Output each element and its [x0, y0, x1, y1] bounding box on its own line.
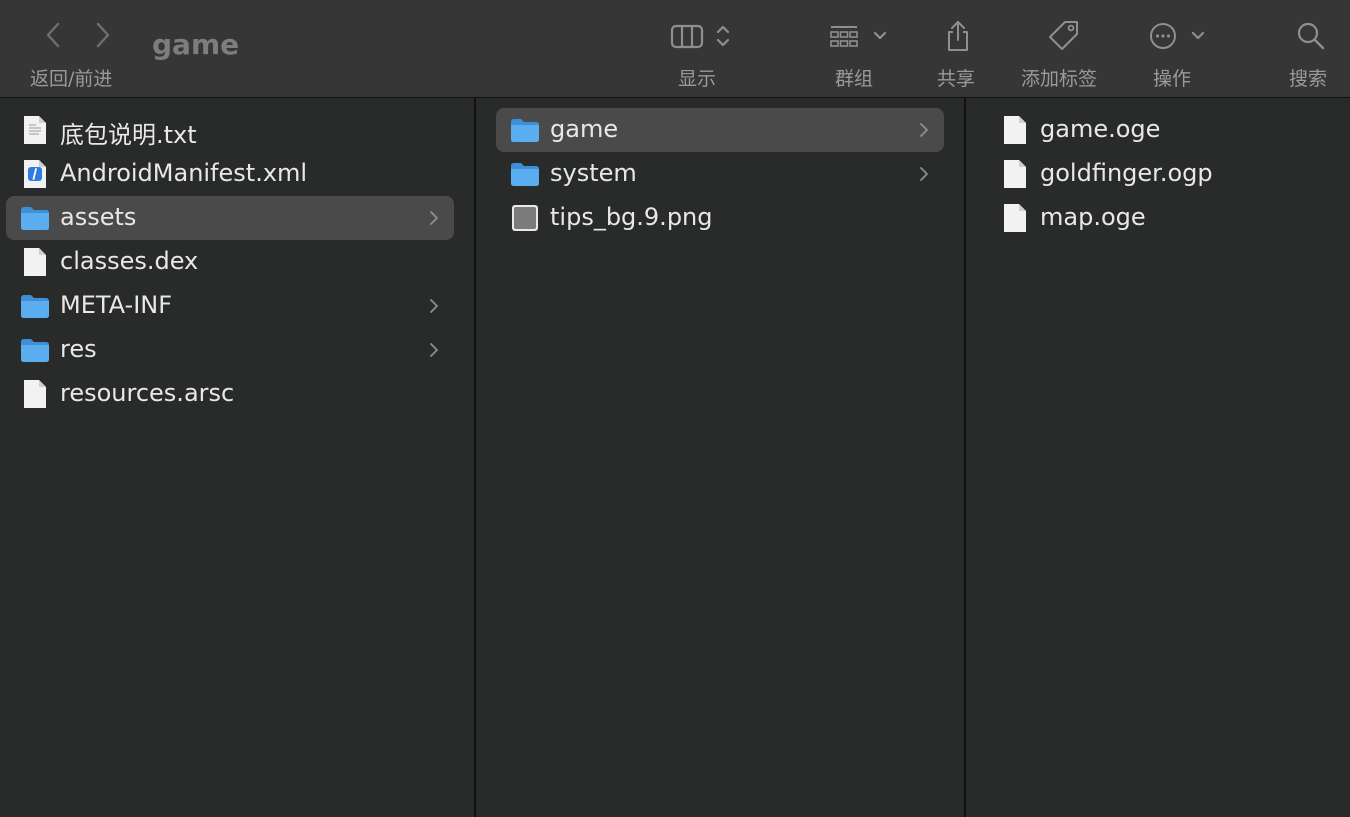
back-forward-label: 返回/前进: [30, 68, 113, 90]
file-name: map.oge: [1040, 203, 1146, 231]
folder-icon: [510, 115, 540, 145]
file-name: system: [550, 159, 637, 187]
file-row[interactable]: system: [496, 152, 944, 196]
back-button[interactable]: [38, 18, 68, 52]
chevron-left-icon: [46, 22, 60, 48]
more-options-icon: [1150, 23, 1176, 49]
column-3[interactable]: game.oge goldfinger.ogp map.oge: [966, 98, 1350, 817]
view-button[interactable]: 显示: [668, 14, 748, 94]
file-row[interactable]: assets: [6, 196, 454, 240]
tag-icon: [1049, 21, 1078, 50]
folder-icon: [510, 159, 540, 189]
file-row[interactable]: goldfinger.ogp: [986, 152, 1334, 196]
chevron-right-icon: [914, 164, 934, 184]
file-name: classes.dex: [60, 247, 199, 275]
column-1[interactable]: 底包说明.txt AndroidManifest.xml assets classes…: [0, 98, 476, 817]
file-name: game.oge: [1040, 115, 1161, 143]
action-label: 操作: [1153, 68, 1192, 90]
file-name: tips_bg.9.png: [550, 203, 713, 231]
file-row[interactable]: resources.arsc: [6, 372, 454, 416]
window-title: game: [152, 28, 240, 61]
search-button[interactable]: 搜索: [1288, 14, 1338, 94]
file-name: game: [550, 115, 619, 143]
document-icon: [20, 247, 50, 277]
forward-button[interactable]: [88, 18, 118, 52]
chevron-right-icon: [424, 208, 444, 228]
add-tag-button[interactable]: 添加标签: [1020, 14, 1110, 94]
folder-icon: [20, 291, 50, 321]
file-name: AndroidManifest.xml: [60, 159, 308, 187]
chevron-up-down-icon: [716, 25, 730, 47]
chevron-right-icon: [914, 120, 934, 140]
chevron-right-icon: [424, 296, 444, 316]
text-file-icon: [20, 115, 50, 145]
file-row[interactable]: game: [496, 108, 944, 152]
column-2[interactable]: game system tips_bg.9.png: [476, 98, 966, 817]
file-row[interactable]: classes.dex: [6, 240, 454, 284]
file-row[interactable]: AndroidManifest.xml: [6, 152, 454, 196]
search-label: 搜索: [1289, 68, 1328, 90]
toolbar: 返回/前进 game 显示 群组 共享 添加标签 操作 搜索: [0, 0, 1350, 98]
document-icon: [1000, 159, 1030, 189]
file-row[interactable]: 底包说明.txt: [6, 108, 454, 152]
file-name: 底包说明.txt: [60, 121, 197, 149]
view-label: 显示: [678, 68, 717, 90]
folder-icon: [20, 335, 50, 365]
share-icon: [948, 21, 968, 51]
columns-view-icon: [670, 24, 704, 49]
file-name: META-INF: [60, 291, 173, 319]
image-file-icon: [510, 203, 540, 233]
file-row[interactable]: res: [6, 328, 454, 372]
chevron-down-icon: [1191, 31, 1205, 40]
file-row[interactable]: META-INF: [6, 284, 454, 328]
document-icon: [20, 379, 50, 409]
file-name: res: [60, 335, 97, 363]
chevron-right-icon: [424, 340, 444, 360]
add-tag-label: 添加标签: [1021, 68, 1098, 90]
file-row[interactable]: tips_bg.9.png: [496, 196, 944, 240]
document-icon: [1000, 115, 1030, 145]
file-name: resources.arsc: [60, 379, 235, 407]
share-label: 共享: [937, 68, 976, 90]
share-button[interactable]: 共享: [935, 14, 985, 94]
file-name: goldfinger.ogp: [1040, 159, 1213, 187]
xml-file-icon: [20, 159, 50, 189]
chevron-down-icon: [873, 31, 887, 40]
folder-icon: [20, 203, 50, 233]
group-label: 群组: [835, 68, 874, 90]
file-row[interactable]: map.oge: [986, 196, 1334, 240]
group-button[interactable]: 群组: [826, 14, 906, 94]
group-grid-icon: [830, 26, 858, 47]
search-icon: [1297, 22, 1325, 50]
action-button[interactable]: 操作: [1146, 14, 1216, 94]
file-row[interactable]: game.oge: [986, 108, 1334, 152]
document-icon: [1000, 203, 1030, 233]
file-name: assets: [60, 203, 137, 231]
chevron-right-icon: [96, 22, 110, 48]
